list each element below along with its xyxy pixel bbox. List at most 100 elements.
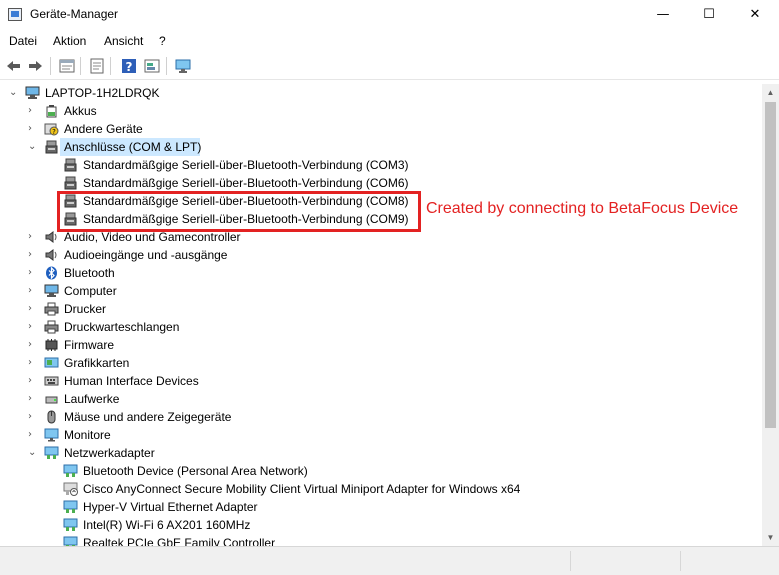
menu-bar: Datei Aktion Ansicht ? — [0, 31, 779, 51]
scroll-thumb[interactable] — [765, 102, 776, 428]
tree-item-label: Laufwerke — [64, 392, 120, 406]
expand-icon[interactable]: › — [28, 232, 37, 242]
hid-icon — [44, 374, 59, 388]
tree-item-monitore[interactable]: › Monitore — [0, 426, 762, 444]
help-icon[interactable]: ? — [120, 57, 138, 75]
collapse-icon[interactable]: ⌄ — [9, 88, 18, 98]
title-bar: Geräte-Manager — ☐ ✕ — [0, 0, 779, 30]
tree-item-net-bluetooth[interactable]: Bluetooth Device (Personal Area Network) — [0, 462, 762, 480]
device-manager-icon — [8, 8, 22, 21]
tree-item-label: Drucker — [64, 302, 107, 316]
tree-item-label: Bluetooth — [64, 266, 115, 280]
chip-icon — [44, 338, 59, 352]
network-adapter-icon — [63, 536, 78, 546]
computer-icon — [25, 86, 40, 100]
tree-item-bluetooth[interactable]: › Bluetooth — [0, 264, 762, 282]
tree-item-label: Mäuse und andere Zeigegeräte — [64, 410, 232, 424]
expand-icon[interactable]: › — [28, 250, 37, 260]
speaker-icon — [44, 230, 59, 244]
menu-ansicht[interactable]: Ansicht — [104, 34, 143, 48]
tree-item-audio-io[interactable]: › Audioeingänge und -ausgänge — [0, 246, 762, 264]
expand-icon[interactable]: › — [28, 394, 37, 404]
update-icon[interactable] — [88, 57, 106, 75]
tree-item-com3[interactable]: Standardmäßgige Seriell-über-Bluetooth-V… — [0, 156, 762, 174]
expand-icon[interactable]: › — [28, 358, 37, 368]
tree-item-druckwarteschlangen[interactable]: › Druckwarteschlangen — [0, 318, 762, 336]
tree-item-label: Hyper-V Virtual Ethernet Adapter — [83, 500, 258, 514]
network-adapter-icon — [63, 464, 78, 478]
tree-item-laufwerke[interactable]: › Laufwerke — [0, 390, 762, 408]
collapse-icon[interactable]: ⌄ — [28, 448, 37, 458]
scroll-down-icon[interactable]: ▼ — [762, 529, 779, 546]
scroll-up-icon[interactable]: ▲ — [762, 84, 779, 101]
tree-item-com6[interactable]: Standardmäßgige Seriell-über-Bluetooth-V… — [0, 174, 762, 192]
expand-icon[interactable]: › — [28, 304, 37, 314]
expand-icon[interactable]: › — [28, 106, 37, 116]
expand-icon[interactable]: › — [28, 412, 37, 422]
menu-aktion[interactable]: Aktion — [53, 34, 86, 48]
printer-icon — [44, 302, 59, 316]
computer-icon — [44, 284, 59, 298]
tree-item-label: Cisco AnyConnect Secure Mobility Client … — [83, 482, 521, 496]
unknown-device-icon: ? — [44, 122, 59, 136]
tree-item-label: Computer — [64, 284, 117, 298]
tree-item-firmware[interactable]: › Firmware — [0, 336, 762, 354]
expand-icon[interactable]: › — [28, 340, 37, 350]
tree-item-label: Bluetooth Device (Personal Area Network) — [83, 464, 308, 478]
bluetooth-icon — [44, 266, 59, 280]
port-icon — [63, 176, 78, 190]
expand-icon[interactable]: › — [28, 124, 37, 134]
expand-icon[interactable]: › — [28, 322, 37, 332]
tree-item-label: Akkus — [64, 104, 97, 118]
tree-item-label: Audio, Video und Gamecontroller — [64, 230, 241, 244]
tree-item-label: Grafikkarten — [64, 356, 130, 370]
minimize-button[interactable]: — — [640, 0, 686, 30]
tree-item-andere-geraete[interactable]: › ? Andere Geräte — [0, 120, 762, 138]
toolbar: ? — [0, 52, 779, 80]
display-adapter-icon — [44, 356, 59, 370]
toolbar-separator — [110, 57, 111, 75]
status-separator — [680, 551, 681, 571]
menu-help[interactable]: ? — [159, 34, 166, 48]
tree-item-netzwerkadapter[interactable]: ⌄ Netzwerkadapter — [0, 444, 762, 462]
status-bar — [0, 546, 779, 575]
tree-item-drucker[interactable]: › Drucker — [0, 300, 762, 318]
tree-root[interactable]: ⌄ LAPTOP-1H2LDRQK — [0, 84, 762, 102]
annotation-highlight-box — [57, 191, 421, 232]
tree-item-akkus[interactable]: › Akkus — [0, 102, 762, 120]
menu-datei[interactable]: Datei — [9, 34, 37, 48]
expand-icon[interactable]: › — [28, 430, 37, 440]
tree-item-maeuse[interactable]: › Mäuse und andere Zeigegeräte — [0, 408, 762, 426]
status-separator — [570, 551, 571, 571]
tree-item-net-realtek[interactable]: Realtek PCIe GbE Family Controller — [0, 534, 762, 546]
device-tree[interactable]: ⌄ LAPTOP-1H2LDRQK › Akkus › ? Andere Ger… — [0, 84, 762, 546]
collapse-icon[interactable]: ⌄ — [28, 142, 37, 152]
vertical-scrollbar[interactable]: ▲ ▼ — [762, 84, 779, 546]
tree-item-grafikkarten[interactable]: › Grafikkarten — [0, 354, 762, 372]
tree-item-label: Realtek PCIe GbE Family Controller — [83, 536, 276, 546]
tree-item-net-wifi[interactable]: Intel(R) Wi-Fi 6 AX201 160MHz — [0, 516, 762, 534]
monitor-scan-icon[interactable] — [174, 57, 192, 75]
annotation-text: Created by connecting to BetaFocus Devic… — [426, 200, 739, 217]
expand-icon[interactable]: › — [28, 268, 37, 278]
printer-icon — [44, 320, 59, 334]
expand-icon[interactable]: › — [28, 286, 37, 296]
network-adapter-icon — [63, 500, 78, 514]
forward-icon[interactable] — [26, 57, 44, 75]
maximize-button[interactable]: ☐ — [686, 0, 732, 30]
tree-item-net-cisco[interactable]: Cisco AnyConnect Secure Mobility Client … — [0, 480, 762, 498]
back-icon[interactable] — [5, 57, 23, 75]
properties-icon[interactable] — [58, 57, 76, 75]
port-icon — [63, 158, 78, 172]
tree-item-label: Intel(R) Wi-Fi 6 AX201 160MHz — [83, 518, 251, 532]
tree-item-anschluesse[interactable]: ⌄ Anschlüsse (COM & LPT) — [0, 138, 762, 156]
view-icon[interactable] — [143, 57, 161, 75]
tree-item-computer[interactable]: › Computer — [0, 282, 762, 300]
svg-text:?: ? — [126, 60, 133, 74]
close-button[interactable]: ✕ — [732, 0, 778, 30]
tree-item-net-hyperv[interactable]: Hyper-V Virtual Ethernet Adapter — [0, 498, 762, 516]
tree-item-label: Anschlüsse (COM & LPT) — [64, 140, 202, 154]
tree-item-label: Standardmäßgige Seriell-über-Bluetooth-V… — [83, 176, 409, 190]
tree-item-hid[interactable]: › Human Interface Devices — [0, 372, 762, 390]
expand-icon[interactable]: › — [28, 376, 37, 386]
